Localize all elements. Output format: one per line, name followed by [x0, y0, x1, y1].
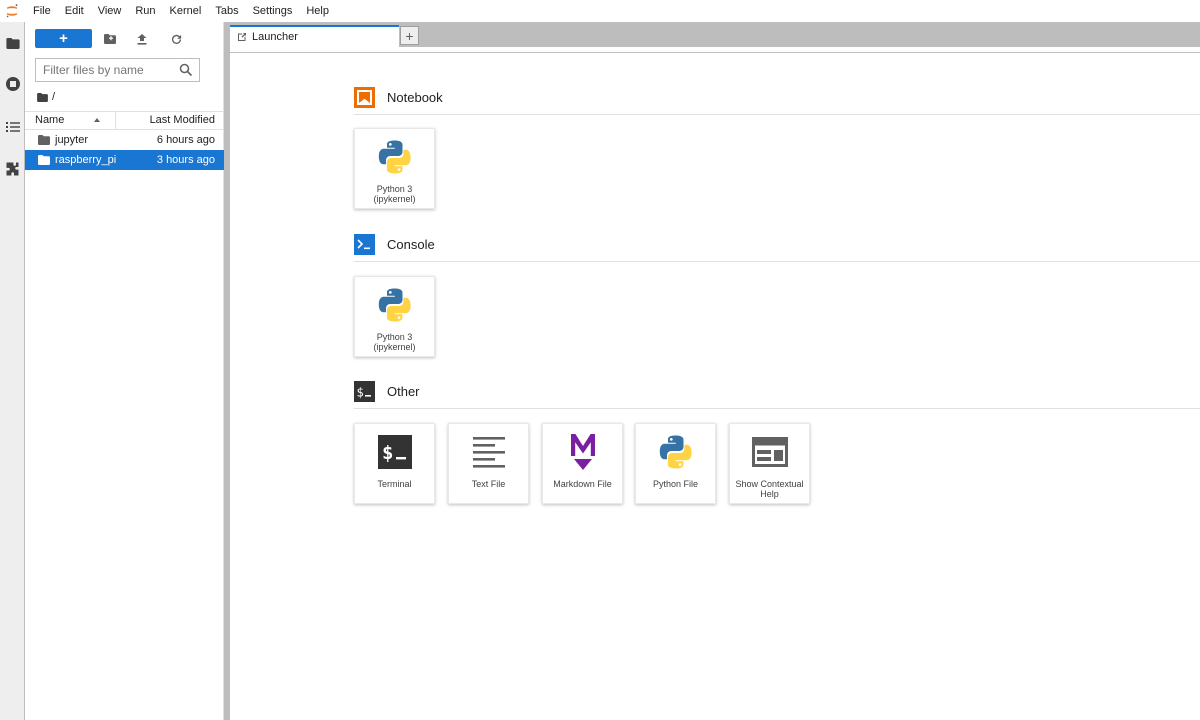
modified-column-label: Last Modified: [149, 114, 215, 126]
card-label-line1: Markdown File: [553, 479, 612, 489]
tab-divider: [230, 47, 1200, 53]
name-column-label: Name: [35, 114, 65, 126]
card-label-line2: (ipykernel): [373, 194, 416, 204]
card-label-line1: Text File: [471, 479, 506, 489]
file-row-selected[interactable]: raspberry_pi 3 hours ago: [25, 150, 224, 170]
other-section-header: $ Other: [354, 381, 1200, 409]
file-browser-tab-icon[interactable]: [0, 29, 25, 57]
svg-text:$: $: [382, 442, 393, 464]
section-title: Other: [387, 384, 420, 399]
card-label-line1: Python 3: [376, 332, 413, 342]
menu-help[interactable]: Help: [299, 0, 336, 22]
name-column-header[interactable]: Name: [25, 112, 115, 129]
section-title: Console: [387, 237, 435, 252]
new-launcher-button[interactable]: +: [35, 29, 92, 48]
modified-column-header[interactable]: Last Modified: [115, 112, 224, 129]
add-tab-button[interactable]: +: [400, 26, 419, 45]
activity-bar: [0, 22, 25, 720]
extensions-tab-icon[interactable]: [0, 155, 25, 183]
contextual-help-icon: [751, 433, 789, 471]
menu-settings[interactable]: Settings: [246, 0, 300, 22]
menu-tabs[interactable]: Tabs: [208, 0, 245, 22]
card-label: Python File: [636, 479, 715, 489]
python-file-card[interactable]: Python File: [635, 423, 716, 504]
file-name: raspberry_pi: [55, 154, 117, 166]
sort-ascending-icon: [94, 118, 100, 122]
notebook-python3-card[interactable]: Python 3 (ipykernel): [354, 128, 435, 209]
breadcrumb: /: [37, 90, 55, 104]
menu-kernel[interactable]: Kernel: [163, 0, 209, 22]
home-folder-icon[interactable]: [37, 93, 48, 102]
file-list-header: Name Last Modified: [25, 111, 224, 130]
folder-icon: [38, 155, 50, 165]
file-browser-toolbar: +: [25, 28, 224, 50]
section-title: Notebook: [387, 90, 443, 105]
file-modified: 3 hours ago: [156, 154, 215, 166]
menu-run[interactable]: Run: [128, 0, 162, 22]
menu-view[interactable]: View: [91, 0, 129, 22]
jupyter-logo-icon: [1, 0, 23, 22]
contextual-help-card[interactable]: Show Contextual Help: [729, 423, 810, 504]
card-label: Python 3 (ipykernel): [355, 184, 434, 204]
breadcrumb-root[interactable]: /: [52, 91, 55, 103]
text-file-icon: [470, 433, 508, 471]
terminal-icon: $: [376, 433, 414, 471]
card-label-line2: Help: [760, 489, 779, 499]
card-label-line1: Show Contextual: [735, 479, 804, 489]
svg-text:$: $: [357, 386, 364, 400]
card-label: Terminal: [355, 479, 434, 489]
menu-bar: File Edit View Run Kernel Tabs Settings …: [0, 0, 1200, 22]
card-label-line1: Python 3: [376, 184, 413, 194]
tab-label: Launcher: [252, 31, 298, 43]
markdown-icon: [564, 433, 602, 471]
running-kernels-tab-icon[interactable]: [0, 70, 25, 98]
card-label-line2: (ipykernel): [373, 342, 416, 352]
console-icon: [354, 234, 375, 255]
file-modified: 6 hours ago: [156, 134, 215, 146]
upload-icon[interactable]: [133, 30, 151, 48]
python-icon: [657, 433, 695, 471]
card-label: Text File: [449, 479, 528, 489]
launcher-icon: [238, 33, 246, 41]
tab-bar: Launcher +: [230, 22, 1200, 47]
python-icon: [376, 138, 414, 176]
refresh-icon[interactable]: [167, 30, 185, 48]
search-icon: [179, 63, 193, 77]
notebook-icon: [354, 87, 375, 108]
new-folder-icon[interactable]: [101, 30, 119, 48]
filter-files-box: [35, 58, 200, 82]
card-label-line1: Terminal: [377, 479, 412, 489]
terminal-icon: $: [354, 381, 375, 402]
tab-launcher[interactable]: Launcher: [230, 25, 399, 47]
card-label: Show Contextual Help: [730, 479, 809, 499]
terminal-card[interactable]: $ Terminal: [354, 423, 435, 504]
card-label-line1: Python File: [652, 479, 699, 489]
python-icon: [376, 286, 414, 324]
table-of-contents-tab-icon[interactable]: [0, 113, 25, 141]
file-browser-panel: + / Name Last Modified jupyter: [25, 22, 224, 720]
menu-file[interactable]: File: [23, 0, 58, 22]
launcher-panel: Notebook Python 3 (ipykernel) Console Py…: [230, 54, 1200, 720]
console-section-header: Console: [354, 234, 1200, 262]
markdown-file-card[interactable]: Markdown File: [542, 423, 623, 504]
file-name: jupyter: [55, 134, 89, 146]
filter-files-input[interactable]: [43, 60, 181, 80]
card-label: Python 3 (ipykernel): [355, 332, 434, 352]
console-python3-card[interactable]: Python 3 (ipykernel): [354, 276, 435, 357]
menu-edit[interactable]: Edit: [58, 0, 91, 22]
folder-icon: [38, 135, 50, 145]
notebook-section-header: Notebook: [354, 87, 1200, 115]
file-row[interactable]: jupyter 6 hours ago: [25, 130, 224, 150]
card-label: Markdown File: [543, 479, 622, 489]
text-file-card[interactable]: Text File: [448, 423, 529, 504]
